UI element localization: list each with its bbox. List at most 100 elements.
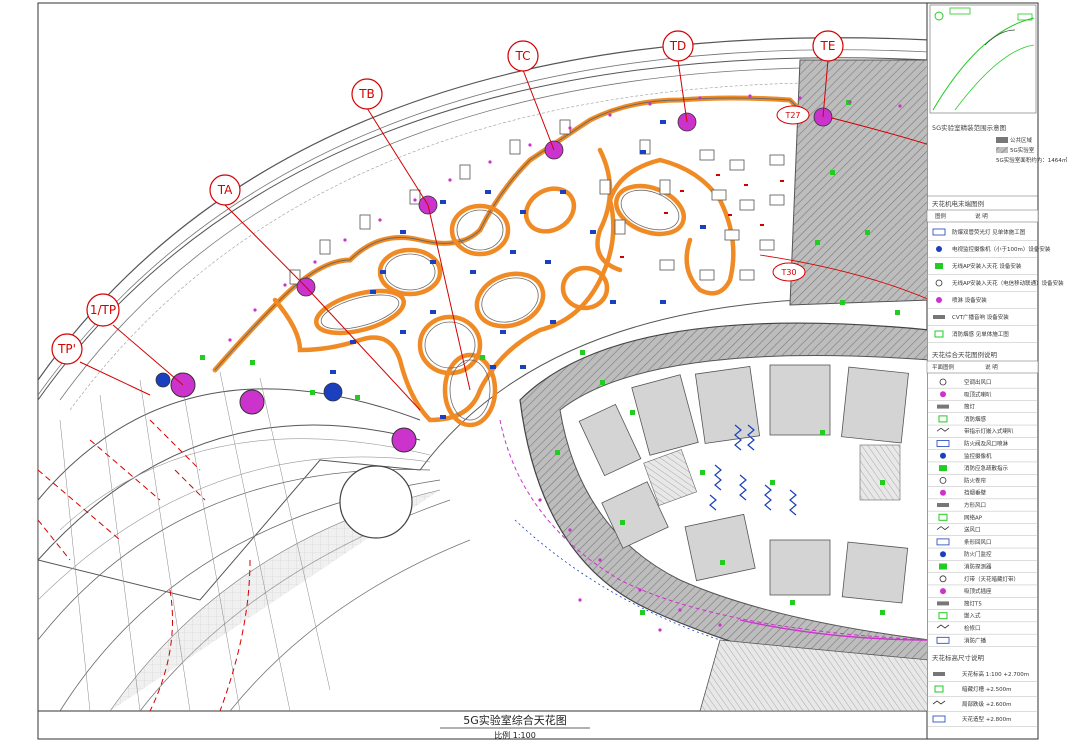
legend-symbol-icon xyxy=(939,465,947,472)
legend-section2-col-symbol: 平面图例 xyxy=(932,363,955,371)
plan-area: T27 T30 xyxy=(38,37,927,711)
legend-item-label: 挡烟垂壁 xyxy=(964,489,987,497)
legend-item-label: 空调出风口 xyxy=(964,378,992,386)
legend-symbol-icon xyxy=(940,588,946,595)
legend-symbol-icon xyxy=(937,503,949,507)
drawing-title: 5G实验室综合天花图 xyxy=(463,713,567,727)
grid-marker-1tp: 1/TP xyxy=(86,293,120,327)
legend-symbol-icon xyxy=(935,279,943,287)
legend-symbol-icon xyxy=(936,636,950,644)
key-plan-item-lab: 5G实验室 xyxy=(1010,146,1035,154)
legend-item-label: 网络AP xyxy=(964,513,983,521)
legend-item-label: 防爆双管荧光灯 见单体施工图 xyxy=(952,228,1026,236)
legend-item-label: 灯带（天花暗藏灯带） xyxy=(964,575,1019,583)
legend-item-label: 送风口 xyxy=(964,526,981,534)
legend-symbol-icon xyxy=(932,715,946,723)
legend-symbol-icon xyxy=(932,228,946,236)
svg-text:TE: TE xyxy=(820,39,836,53)
key-plan-note: 5G实验室面积约为：1464㎡ xyxy=(996,156,1068,164)
legend-item-label: 筒灯T5 xyxy=(964,599,982,607)
grid-marker-te: TE xyxy=(812,30,844,62)
legend-panel: 5G实验室精装范围示意图 公共区域 5G实验室 5G实验室面积约为：1464㎡ … xyxy=(926,4,1068,727)
legend-symbol-icon xyxy=(936,427,950,432)
legend-symbol-icon xyxy=(940,489,946,496)
legend-symbol-icon xyxy=(940,452,946,459)
legend-item-label: 防火门监控 xyxy=(964,550,992,558)
legend-symbol-icon xyxy=(938,415,948,423)
legend-item-label: 防火卷帘 xyxy=(964,476,987,484)
svg-text:TC: TC xyxy=(514,49,530,63)
svg-text:TA: TA xyxy=(217,183,233,197)
legend-symbol-icon xyxy=(940,551,946,558)
legend-item-label: 防火阀及风口喷淋 xyxy=(964,440,1009,448)
legend-item-label: 消防应急疏散指示 xyxy=(964,464,1009,472)
legend-symbol-icon xyxy=(933,672,945,676)
svg-text:TP': TP' xyxy=(57,342,76,356)
legend-symbol-icon xyxy=(939,563,947,570)
key-plan-item-public: 公共区域 xyxy=(1010,136,1033,144)
legend-symbol-icon xyxy=(938,612,948,620)
legend-item-label: 局部跌级 +2.600m xyxy=(962,700,1011,708)
legend-symbol-icon xyxy=(939,476,947,484)
grid-marker-td: TD xyxy=(662,30,694,62)
legend-item-label: 无线AP安装入天花 设备安装 xyxy=(952,262,1022,270)
legend-symbol-icon xyxy=(938,513,948,521)
legend-item-label: 消防探测器 xyxy=(964,563,992,571)
svg-text:T27: T27 xyxy=(784,111,800,120)
legend-item-label: 天花造型 +2.800m xyxy=(962,715,1011,723)
legend-item-label: 喷淋 设备安装 xyxy=(952,296,987,304)
legend-item-label: 嵌入式 xyxy=(964,612,981,620)
legend-item-label: 消防烟感 见单体施工图 xyxy=(952,330,1009,338)
legend-item-label: 消防烟感 xyxy=(964,415,987,423)
drawing-scale: 比例 1:100 xyxy=(494,730,536,740)
grid-marker-tb: TB xyxy=(351,78,383,110)
legend-symbol-icon xyxy=(937,404,949,409)
legend-item-label: 检修口 xyxy=(964,624,981,632)
svg-text:TB: TB xyxy=(358,87,375,101)
legend-item-label: 带指示灯嵌入式喇叭 xyxy=(964,427,1014,435)
grid-marker-tp1: TP' xyxy=(51,333,83,365)
legend-item-label: 暗藏灯槽 +2.500m xyxy=(962,685,1011,693)
legend-section3-title: 天花标高尺寸说明 xyxy=(932,653,985,662)
legend-item-label: 电视监控摄像机（小于100m）设备安装 xyxy=(952,245,1051,253)
legend-item-label: CVT广播音响 设备安装 xyxy=(952,313,1009,321)
legend-item-label: 消防广播 xyxy=(964,636,987,644)
legend-section1-col-symbol: 图例 xyxy=(935,212,947,220)
legend-section2-col-desc: 说 明 xyxy=(985,363,998,371)
legend-symbol-icon xyxy=(936,624,950,629)
legend-item-label: 方形风口 xyxy=(964,501,986,509)
legend-item-label: 条形回风口 xyxy=(964,538,992,546)
legend-symbol-icon xyxy=(934,330,944,338)
legend-item-label: 吸顶式喇叭 xyxy=(964,390,992,398)
legend-item-label: 筒灯 xyxy=(964,403,976,411)
grid-marker-tc: TC xyxy=(507,40,539,72)
legend-symbol-icon xyxy=(939,575,947,583)
legend-item-label: 吸顶式插座 xyxy=(964,587,992,595)
legend-section2-rows: 空调出风口吸顶式喇叭筒灯消防烟感带指示灯嵌入式喇叭防火阀及风口喷淋监控摄像机消防… xyxy=(927,378,1038,647)
legend-item-label: 无线AP安装入天花（电信移动联通）设备安装 xyxy=(952,279,1064,287)
svg-text:T30: T30 xyxy=(780,268,796,277)
ceiling-plan-drawing: T27 T30 TA TB TC TD TE 1/TP TP' 5G实验室综合天… xyxy=(37,2,1068,740)
legend-symbol-icon xyxy=(940,391,946,398)
legend-symbol-icon xyxy=(936,297,942,303)
legend-symbol-icon xyxy=(933,315,945,319)
legend-section1-title: 天花机电末端图例 xyxy=(932,199,984,208)
key-plan-title: 5G实验室精装范围示意图 xyxy=(932,123,1006,132)
core-hatched-block xyxy=(789,59,927,306)
legend-symbol-icon xyxy=(936,526,950,531)
legend-section2-title: 天花综合天花图例说明 xyxy=(932,350,998,359)
key-plan-frame xyxy=(929,4,1037,114)
svg-text:1/TP: 1/TP xyxy=(90,303,116,317)
legend-section1-col-desc: 说 明 xyxy=(975,212,988,220)
grid-marker-ta: TA xyxy=(209,174,241,206)
svg-text:TD: TD xyxy=(669,39,687,53)
legend-item-label: 天花标高 1:100 +2.700m xyxy=(962,670,1029,678)
legend-symbol-icon xyxy=(937,601,949,606)
legend-section3-rows: 天花标高 1:100 +2.700m 暗藏灯槽 +2.500m 局部跌级 +2.60… xyxy=(927,670,1038,727)
legend-symbol-icon xyxy=(932,700,946,705)
column-tag-t27: T27 xyxy=(776,105,810,125)
legend-symbol-icon xyxy=(936,538,950,546)
atrium-opening xyxy=(339,465,413,539)
legend-symbol-icon xyxy=(935,263,943,269)
legend-symbol-icon xyxy=(936,440,950,447)
